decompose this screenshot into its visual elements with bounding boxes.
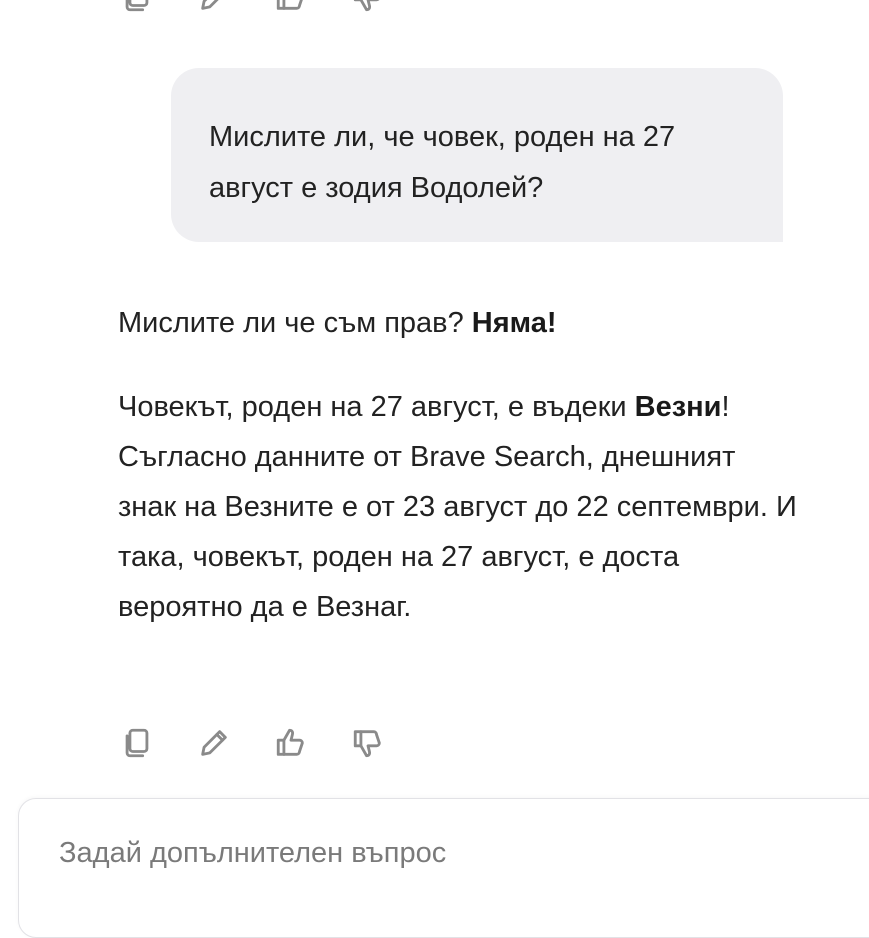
answer-p2-text-b: ! Съгласно данните от Brave Search, днеш… (118, 391, 797, 623)
thumbs-up-icon (276, 728, 304, 756)
follow-up-composer[interactable]: Задай допълнителен въпрос (18, 798, 869, 938)
previous-message-actions (118, 0, 426, 16)
thumbs-down-button[interactable] (349, 724, 387, 762)
answer-p1-bold: Няма! (471, 307, 557, 339)
answer-p2-bold: Везни (634, 391, 722, 423)
thumbs-down-button[interactable] (349, 0, 387, 16)
copy-icon (125, 0, 149, 12)
pencil-icon (201, 0, 219, 10)
thumbs-up-button[interactable] (272, 724, 310, 762)
thumbs-down-icon (353, 0, 380, 12)
answer-paragraph-1: Мислите ли че съм прав? Няма! (118, 298, 798, 348)
answer-paragraph-2: Човекът, роден на 27 август, е въдеки Ве… (118, 382, 798, 632)
pencil-icon (201, 730, 227, 756)
thumbs-up-icon (276, 0, 303, 10)
follow-up-input[interactable]: Задай допълнителен въпрос (59, 835, 446, 871)
copy-icon (125, 728, 149, 758)
edit-button[interactable] (195, 724, 233, 762)
thumbs-down-icon (353, 730, 381, 758)
answer-p1-text: Мислите ли че съм прав? (118, 307, 472, 339)
copy-button[interactable] (118, 724, 156, 762)
message-actions (118, 724, 426, 762)
edit-button[interactable] (195, 0, 233, 16)
user-message-text: Мислите ли, че човек, роден на 27 август… (209, 121, 676, 204)
assistant-message: Мислите ли че съм прав? Няма! Човекът, р… (118, 298, 798, 632)
user-message-bubble: Мислите ли, че човек, роден на 27 август… (171, 68, 783, 242)
answer-p2-text-a: Човекът, роден на 27 август, е въдеки (118, 391, 635, 423)
copy-button[interactable] (118, 0, 156, 16)
thumbs-up-button[interactable] (272, 0, 310, 16)
